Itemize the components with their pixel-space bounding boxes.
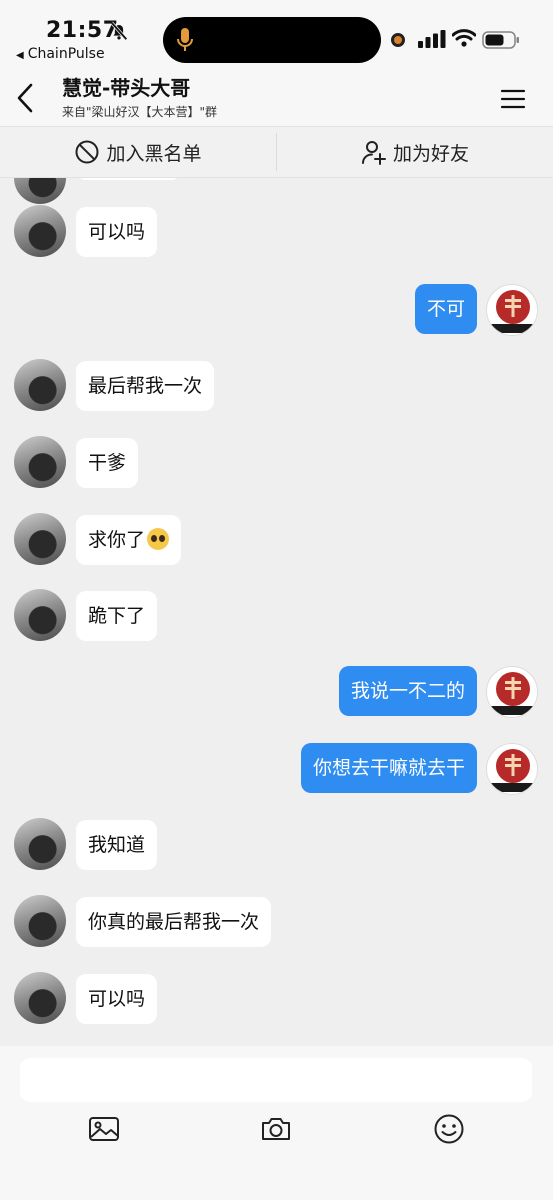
microphone-icon (177, 28, 193, 51)
pleading-face-emoji-icon (147, 528, 170, 550)
my-avatar[interactable] (486, 743, 538, 795)
message-bubble-outgoing[interactable]: 你想去干嘛就去干 (300, 743, 477, 793)
chat-title: 慧觉-带头大哥 (62, 76, 191, 100)
contact-avatar[interactable] (14, 972, 66, 1024)
contact-avatar[interactable] (14, 436, 66, 488)
wifi-icon (452, 29, 476, 47)
back-triangle-icon: ◀ (16, 50, 24, 61)
contact-avatar[interactable] (14, 205, 66, 257)
message-bubble-incoming[interactable]: 干爹 (76, 438, 139, 488)
seal-logo-icon (491, 290, 535, 333)
message-text: 求你了 (88, 529, 146, 551)
message-bubble-incoming[interactable]: 我知道 (76, 820, 158, 870)
emoji-icon[interactable] (432, 1112, 466, 1146)
message-bubble-incoming[interactable]: 最后帮我一次 (76, 361, 215, 411)
message-bubble-partial (76, 178, 181, 180)
status-bar: 21:57 ◀ ChainPulse (0, 0, 553, 66)
cellular-signal-icon (418, 30, 446, 48)
my-avatar[interactable] (486, 666, 538, 718)
contact-avatar[interactable] (14, 589, 66, 641)
contact-avatar[interactable] (14, 513, 66, 565)
message-bubble-incoming[interactable]: 求你了 (76, 515, 182, 565)
dynamic-island (163, 17, 381, 63)
contact-avatar[interactable] (14, 178, 66, 204)
message-input[interactable] (20, 1058, 532, 1102)
add-to-blacklist-button[interactable]: 加入黑名单 (0, 127, 276, 177)
contact-avatar[interactable] (14, 818, 66, 870)
message-bubble-incoming[interactable]: 你真的最后帮我一次 (76, 897, 272, 947)
recording-indicator-icon (391, 33, 405, 47)
back-to-app-link[interactable]: ◀ ChainPulse (16, 46, 105, 62)
seal-logo-icon (491, 672, 535, 715)
seal-logo-icon (491, 749, 535, 792)
blacklist-label: 加入黑名单 (106, 142, 202, 165)
back-app-label: ChainPulse (27, 46, 105, 62)
block-icon (75, 140, 99, 164)
stranger-action-bar: 加入黑名单 加为好友 (0, 126, 553, 178)
add-friend-label: 加为好友 (392, 142, 469, 165)
chat-header: 慧觉-带头大哥 来自"梁山好汉【大本营】"群 (0, 66, 553, 126)
add-friend-button[interactable]: 加为好友 (277, 127, 553, 177)
message-bubble-outgoing[interactable]: 我说一不二的 (338, 666, 477, 716)
contact-avatar[interactable] (14, 895, 66, 947)
back-arrow-icon[interactable] (14, 82, 38, 114)
add-user-icon (361, 141, 386, 165)
battery-icon (482, 31, 519, 49)
my-avatar[interactable] (486, 284, 538, 336)
menu-icon[interactable] (500, 88, 526, 110)
contact-avatar[interactable] (14, 359, 66, 411)
message-bubble-incoming[interactable]: 可以吗 (76, 207, 158, 257)
message-bubble-incoming[interactable]: 跪下了 (76, 591, 158, 641)
chat-subtitle: 来自"梁山好汉【大本营】"群 (62, 105, 218, 119)
bell-muted-icon (110, 21, 128, 41)
message-list[interactable]: 可以吗 不可 最后帮我一次 干爹 求你了 跪下了 我说一不二的 你想去干嘛就去干 (0, 178, 553, 1046)
message-bubble-incoming[interactable]: 可以吗 (76, 974, 158, 1024)
photo-icon[interactable] (87, 1112, 121, 1146)
message-bubble-outgoing[interactable]: 不可 (414, 284, 477, 334)
composer-bar (0, 1046, 553, 1200)
camera-icon[interactable] (259, 1112, 293, 1146)
